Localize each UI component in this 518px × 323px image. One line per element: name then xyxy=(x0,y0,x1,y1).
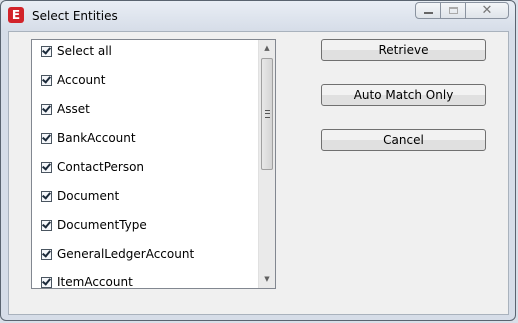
vertical-scrollbar[interactable]: ▲ ▼ xyxy=(258,40,275,288)
checkbox[interactable] xyxy=(41,161,52,173)
title-bar[interactable]: E Select Entities ✕ xyxy=(1,1,515,31)
scroll-up-icon[interactable]: ▲ xyxy=(259,40,275,57)
dialog-content: Select all Account Asset BankAccount Con… xyxy=(8,31,509,315)
scrollbar-thumb[interactable] xyxy=(261,58,273,170)
checkbox[interactable] xyxy=(41,45,52,57)
checkbox[interactable] xyxy=(41,74,52,86)
list-item-label: Select all xyxy=(57,44,112,58)
grip-icon xyxy=(264,110,270,118)
auto-match-only-button[interactable]: Auto Match Only xyxy=(321,84,486,106)
checkbox[interactable] xyxy=(41,219,52,231)
list-item-bankaccount[interactable]: BankAccount xyxy=(41,129,136,147)
checkbox[interactable] xyxy=(41,276,52,288)
maximize-button[interactable] xyxy=(440,2,466,19)
window-title: Select Entities xyxy=(32,9,118,23)
list-item-label: BankAccount xyxy=(57,131,136,145)
entity-listbox[interactable]: Select all Account Asset BankAccount Con… xyxy=(31,39,276,289)
list-item-label: DocumentType xyxy=(57,218,147,232)
close-icon: ✕ xyxy=(481,3,493,18)
list-item-label: ContactPerson xyxy=(57,160,145,174)
list-item-asset[interactable]: Asset xyxy=(41,100,90,118)
list-item-label: Document xyxy=(57,189,120,203)
list-item-generalledgeraccount[interactable]: GeneralLedgerAccount xyxy=(41,245,194,263)
list-item-label: ItemAccount xyxy=(57,275,133,289)
minimize-button[interactable] xyxy=(415,2,441,19)
list-item-contactperson[interactable]: ContactPerson xyxy=(41,158,144,176)
list-item-select-all[interactable]: Select all xyxy=(41,42,112,60)
checkbox[interactable] xyxy=(41,190,52,202)
checkbox[interactable] xyxy=(41,103,52,115)
select-entities-dialog: E Select Entities ✕ Select all Account A… xyxy=(0,0,516,321)
list-item-label: Account xyxy=(57,73,106,87)
cancel-button[interactable]: Cancel xyxy=(321,129,486,151)
minimize-icon xyxy=(423,12,433,14)
app-logo-icon: E xyxy=(8,7,24,23)
maximize-icon xyxy=(448,7,458,14)
retrieve-button[interactable]: Retrieve xyxy=(321,39,486,61)
checkbox[interactable] xyxy=(41,132,52,144)
list-item-label: GeneralLedgerAccount xyxy=(57,247,195,261)
list-item-document[interactable]: Document xyxy=(41,187,119,205)
list-item-account[interactable]: Account xyxy=(41,71,105,89)
window-controls: ✕ xyxy=(415,2,509,21)
list-item-label: Asset xyxy=(57,102,90,116)
close-button[interactable]: ✕ xyxy=(465,2,509,19)
scroll-down-icon[interactable]: ▼ xyxy=(259,271,275,288)
list-item-documenttype[interactable]: DocumentType xyxy=(41,216,147,234)
list-item-itemaccount[interactable]: ItemAccount xyxy=(41,273,133,289)
checkbox[interactable] xyxy=(41,248,52,260)
